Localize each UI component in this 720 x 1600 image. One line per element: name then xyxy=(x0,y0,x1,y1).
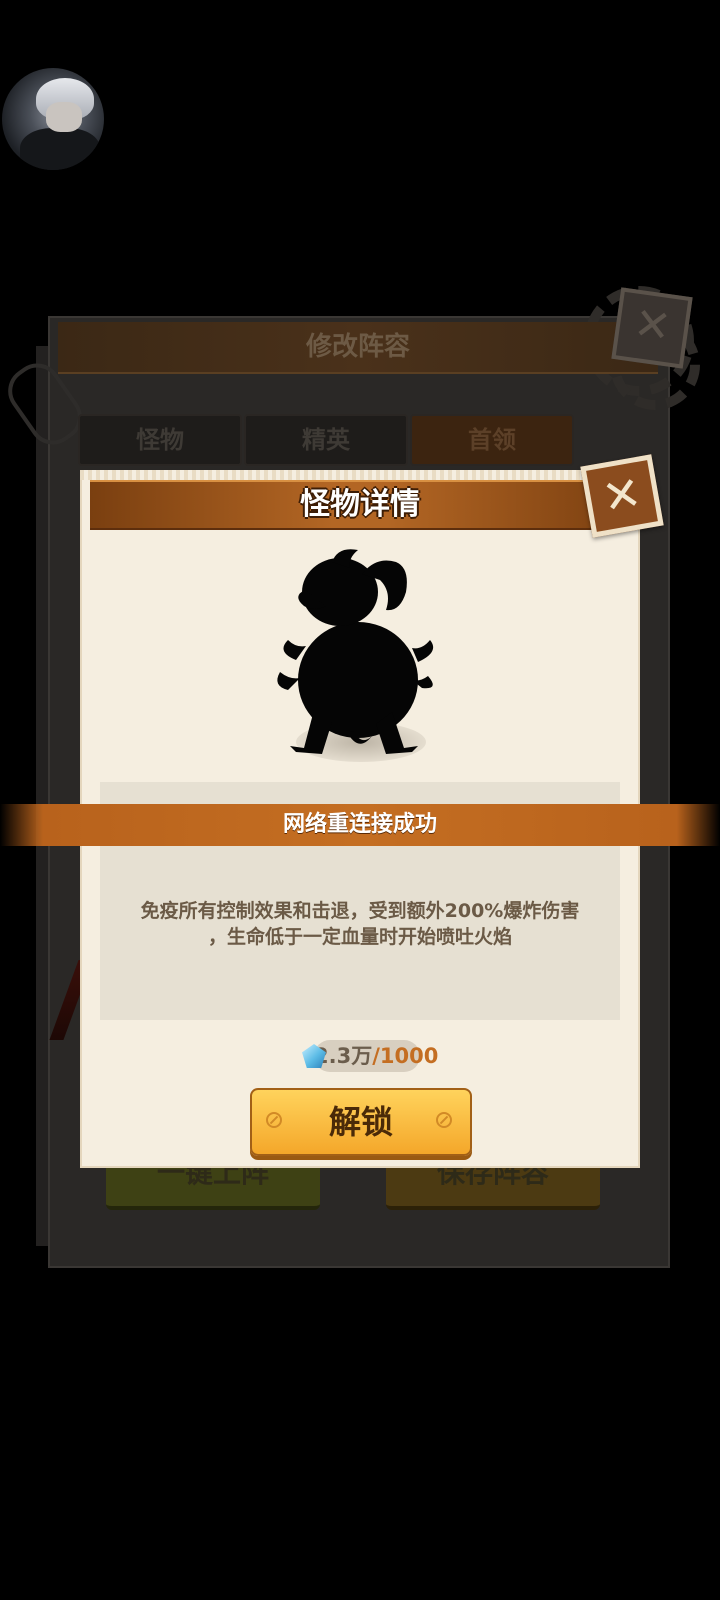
button-left-ornament-icon xyxy=(266,1112,282,1128)
avatar-coat xyxy=(20,128,100,170)
avatar-face xyxy=(46,102,82,132)
tab-monster[interactable]: 怪物 xyxy=(78,414,242,466)
dialog-title: 怪物详情 xyxy=(300,487,420,522)
dialog-top-border xyxy=(80,470,640,480)
player-avatar[interactable] xyxy=(2,68,104,170)
cost-required: /1000 xyxy=(372,1044,439,1068)
unlock-cost: 2.3万/1000 xyxy=(314,1040,438,1072)
description-line-2: ，生命低于一定血量时开始喷吐火焰 xyxy=(207,926,512,948)
lineup-title: 修改阵容 xyxy=(58,322,658,374)
button-right-ornament-icon xyxy=(436,1112,452,1128)
tab-elite[interactable]: 精英 xyxy=(244,414,408,466)
monster-silhouette xyxy=(277,549,434,754)
dialog-close-button[interactable]: ✕ xyxy=(580,454,664,538)
monster-description: 免疫所有控制效果和击退，受到额外200%爆炸伤害 ，生命低于一定血量时开始喷吐火… xyxy=(110,898,610,950)
description-line-1: 免疫所有控制效果和击退，受到额外200%爆炸伤害 xyxy=(140,900,580,922)
reconnect-toast: 网络重连接成功 xyxy=(0,804,720,846)
lineup-close-button[interactable]: ✕ xyxy=(611,287,693,369)
tab-boss[interactable]: 首领 xyxy=(410,414,574,466)
